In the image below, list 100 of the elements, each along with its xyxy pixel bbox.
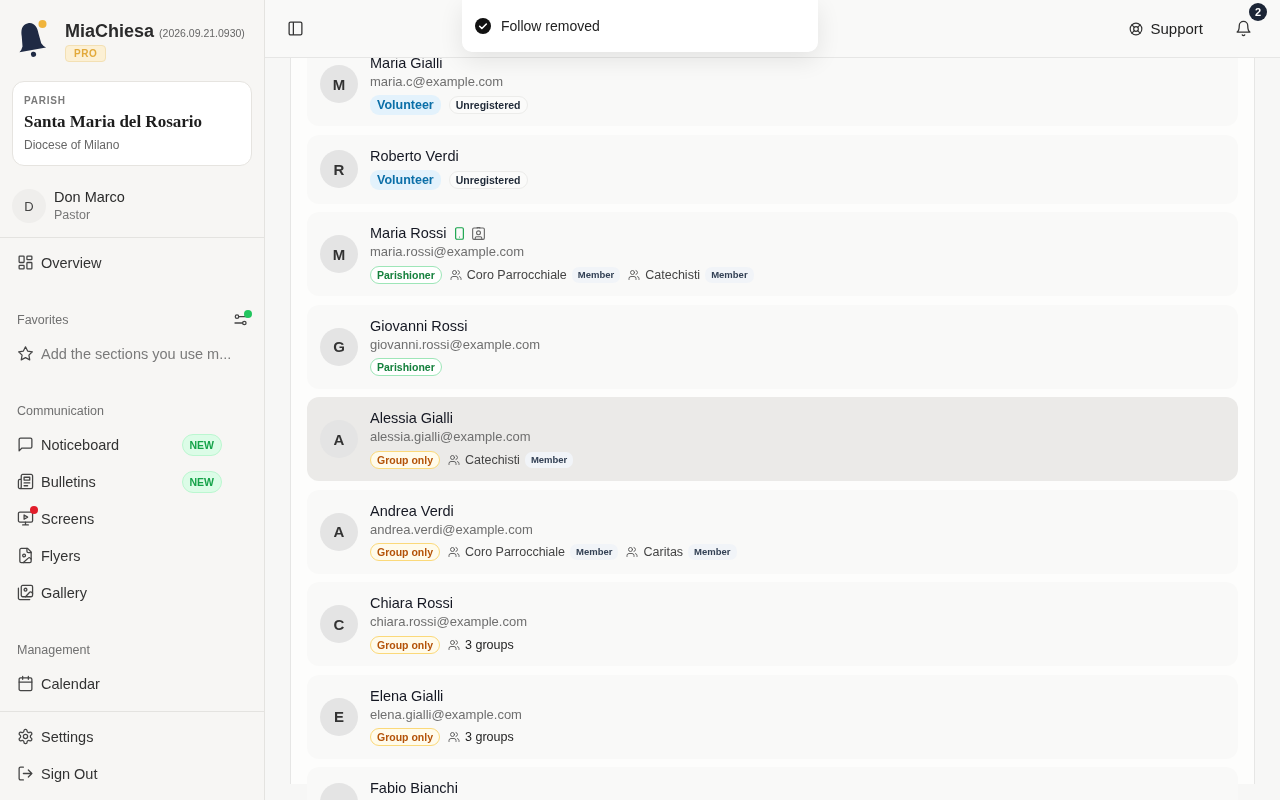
volunteer-tag: Volunteer [370, 170, 441, 190]
user-name: Don Marco [54, 188, 125, 207]
group-count: 3 groups [465, 637, 514, 652]
person-card[interactable]: Fabio Bianchi [307, 767, 1238, 800]
person-name: Andrea Verdi [370, 501, 454, 521]
person-avatar: M [320, 235, 358, 273]
app-name: MiaChiesa [65, 21, 155, 42]
group-name: Catechisti [645, 267, 701, 282]
person-email: andrea.verdi@example.com [370, 520, 533, 538]
person-name: Maria Gialli [370, 58, 443, 73]
membership-badge: Member [570, 544, 619, 560]
volunteer-tag: Volunteer [370, 94, 441, 115]
group-name: Coro Parrocchiale [466, 267, 567, 282]
notifications-button[interactable] [1235, 20, 1252, 37]
person-avatar: G [320, 327, 358, 366]
nav-item[interactable]: Noticeboard NEW [8, 426, 256, 463]
diocese-name: Diocese of Milano [24, 137, 121, 153]
group-count: 3 groups [465, 730, 514, 744]
person-card[interactable]: A Alessia Gialli alessia.gialli@example.com Group only Catechisti Member [307, 397, 1238, 481]
sliders-icon[interactable] [233, 312, 249, 328]
sidebar-toggle-button[interactable] [287, 20, 304, 37]
person-email: giovanni.rossi@example.com [370, 335, 540, 353]
parish-card[interactable]: PARISH Santa Maria del Rosario Diocese of Milano [12, 81, 252, 166]
person-name: Chiara Rossi [370, 594, 453, 613]
person-name: Roberto Verdi [370, 146, 459, 166]
nav-item[interactable]: Flyers [8, 537, 256, 574]
nav-item[interactable]: Overview [8, 244, 256, 281]
group-only-tag: Group only [370, 450, 440, 469]
parishioner-tag: Parishioner [370, 358, 442, 376]
person-email: elena.gialli@example.com [370, 705, 522, 723]
users-icon [448, 453, 460, 466]
users-icon [449, 268, 462, 281]
nav-item[interactable]: Sign Out [8, 755, 256, 792]
notification-count-badge: 2 [1249, 3, 1267, 21]
person-avatar: E [320, 697, 358, 736]
user-avatar: D [12, 189, 46, 223]
person-email: chiara.rossi@example.com [370, 613, 527, 630]
group-name: Catechisti [465, 452, 520, 467]
image-file-icon [17, 547, 34, 564]
person-card[interactable]: M Maria Gialli maria.c@example.com Volunteer Unregistered [307, 58, 1238, 126]
person-name: Maria Rossi [370, 224, 447, 243]
calendar-icon [17, 675, 34, 692]
person-email: maria.c@example.com [370, 73, 504, 90]
users-icon [626, 546, 639, 558]
person-name: Fabio Bianchi [370, 779, 458, 798]
section-title: Communication [17, 404, 104, 418]
unregistered-tag: Unregistered [448, 171, 528, 189]
nav-item[interactable]: Gallery [8, 574, 256, 611]
unregistered-tag: Unregistered [448, 95, 528, 114]
person-card[interactable]: M Maria Rossi maria.rossi@example.com Parishioner Coro Parrocchiale Member Catechisti Member [307, 212, 1238, 296]
parish-label: PARISH [24, 94, 67, 108]
group-name: Coro Parrocchiale [465, 545, 566, 559]
person-avatar: M [320, 65, 358, 103]
section-title: Favorites [17, 313, 69, 327]
newspaper-icon [17, 473, 34, 490]
message-icon [17, 436, 34, 453]
nav-item[interactable]: Screens [8, 500, 256, 537]
toast-message: Follow removed [501, 18, 600, 34]
images-icon [17, 584, 34, 601]
new-badge: NEW [181, 433, 222, 456]
group-only-tag: Group only [370, 728, 440, 746]
panel-left-icon [287, 20, 304, 37]
person-avatar: A [320, 420, 358, 458]
dashboard-icon [17, 254, 34, 271]
user-role: Pastor [54, 207, 92, 224]
new-badge: NEW [181, 470, 222, 493]
parishioner-tag: Parishioner [370, 265, 442, 284]
support-button[interactable]: Support [1129, 20, 1203, 37]
users-icon [628, 268, 641, 281]
person-card[interactable]: R Roberto Verdi Volunteer Unregistered [307, 134, 1238, 204]
person-card[interactable]: E Elena Gialli elena.gialli@example.com Group only 3 groups [307, 674, 1238, 759]
person-email: alessia.gialli@example.com [370, 428, 531, 445]
nav-item[interactable]: Settings [8, 718, 256, 755]
logout-icon [17, 765, 34, 782]
plan-badge: PRO [65, 45, 107, 62]
monitor-icon [17, 510, 34, 527]
nav-item[interactable]: Calendar [8, 665, 256, 702]
users-icon [448, 731, 460, 743]
person-email: maria.rossi@example.com [370, 243, 525, 260]
favorites-hint: Add the sections you use m... [41, 345, 232, 362]
membership-badge: Member [688, 544, 737, 560]
person-avatar: C [320, 605, 358, 643]
section-title: Management [17, 643, 90, 657]
group-name: Caritas [643, 545, 684, 559]
app-version: (2026.09.21.0930) [159, 27, 245, 39]
check-circle-icon [475, 18, 491, 34]
parish-name: Santa Maria del Rosario [24, 111, 204, 133]
users-icon [448, 638, 460, 651]
star-icon [17, 345, 34, 362]
membership-badge: Member [571, 266, 621, 283]
settings-icon [17, 728, 34, 745]
person-name: Giovanni Rossi [370, 316, 468, 336]
person-card[interactable]: G Giovanni Rossi giovanni.rossi@example.com Parishioner [307, 304, 1238, 389]
person-card[interactable]: C Chiara Rossi chiara.rossi@example.com Group only 3 groups [307, 582, 1238, 666]
person-card[interactable]: A Andrea Verdi andrea.verdi@example.com Group only Coro Parrocchiale Member Caritas Member [307, 489, 1238, 574]
person-name: Elena Gialli [370, 686, 444, 706]
bell-icon [1235, 20, 1252, 37]
nav-item[interactable]: Bulletins NEW [8, 463, 256, 500]
person-avatar: R [320, 150, 358, 188]
person-name: Alessia Gialli [370, 409, 453, 428]
